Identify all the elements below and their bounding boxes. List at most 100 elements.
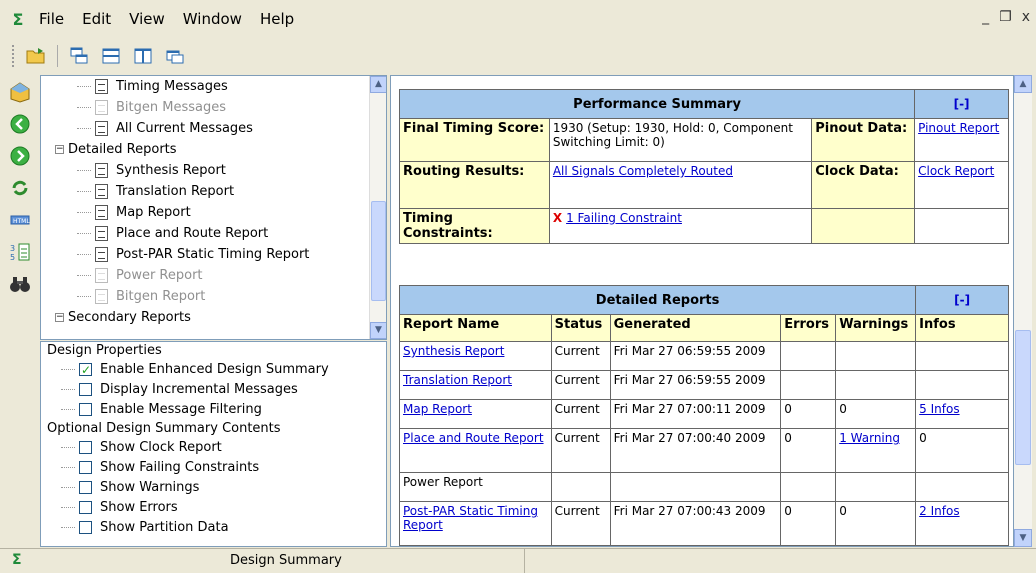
- open-folder-icon[interactable]: [25, 45, 47, 67]
- checkbox[interactable]: [79, 441, 92, 454]
- infos-link[interactable]: 2 Infos: [919, 504, 959, 518]
- checkbox[interactable]: [79, 521, 92, 534]
- generated-text: Fri Mar 27 06:59:55 2009: [613, 373, 766, 387]
- warnings-link[interactable]: 1 Warning: [839, 431, 900, 445]
- checkbox[interactable]: [79, 461, 92, 474]
- tree-connector: [61, 467, 75, 468]
- report-name-link[interactable]: Synthesis Report: [403, 344, 504, 358]
- tree-connector: [77, 233, 91, 234]
- menu-window[interactable]: Window: [174, 10, 251, 28]
- restore-button[interactable]: ❐: [999, 9, 1012, 25]
- infos-link[interactable]: 5 Infos: [919, 402, 959, 416]
- tree-item[interactable]: Bitgen Messages: [41, 97, 386, 118]
- binoculars-icon[interactable]: [6, 270, 34, 298]
- number-list-icon[interactable]: 35: [6, 238, 34, 266]
- sigma-icon: Σ: [12, 552, 22, 568]
- menu-help[interactable]: Help: [251, 10, 303, 28]
- switch-window-icon[interactable]: [164, 45, 186, 67]
- checkbox[interactable]: [79, 501, 92, 514]
- tree-item-label: Post-PAR Static Timing Report: [116, 247, 310, 262]
- tree-item[interactable]: Power Report: [41, 265, 386, 286]
- report-name-cell: Post-PAR Static Timing Report: [399, 501, 552, 546]
- main-scroll-down-icon[interactable]: ▼: [1014, 529, 1032, 547]
- checkbox[interactable]: [79, 360, 92, 380]
- property-option: Show Warnings: [41, 478, 386, 498]
- performance-collapse-button[interactable]: [-]: [914, 89, 1009, 119]
- design-summary-view: Performance Summary [-] Final Timing Sco…: [390, 75, 1014, 547]
- tree-item[interactable]: Place and Route Report: [41, 223, 386, 244]
- toolbar-grip[interactable]: [12, 45, 15, 67]
- report-name-cell: Translation Report: [399, 370, 552, 400]
- forward-arrow-icon[interactable]: [6, 142, 34, 170]
- tree-item[interactable]: Post-PAR Static Timing Report: [41, 244, 386, 265]
- main-scroll-up-icon[interactable]: ▲: [1014, 75, 1032, 93]
- warnings-text: 0: [839, 402, 847, 416]
- pinout-report-link[interactable]: Pinout Report: [918, 121, 999, 135]
- tree-item-label: Translation Report: [116, 184, 235, 199]
- html-report-icon[interactable]: HTML: [6, 206, 34, 234]
- tree-item[interactable]: Map Report: [41, 202, 386, 223]
- scroll-up-icon[interactable]: ▲: [370, 76, 386, 93]
- optional-contents-list: Show Clock Report Show Failing Constraint…: [41, 438, 386, 538]
- collapse-toggle-icon[interactable]: −: [55, 313, 64, 322]
- close-button[interactable]: x: [1022, 9, 1030, 25]
- table-row: Synthesis Report Current Fri Mar 27 06:59:…: [399, 341, 1009, 371]
- scroll-thumb[interactable]: [371, 201, 386, 301]
- tile-vertical-icon[interactable]: [132, 45, 154, 67]
- infos-text: 0: [919, 431, 927, 445]
- tree-connector: [61, 389, 75, 390]
- tree-item[interactable]: − Detailed Reports: [41, 139, 386, 160]
- tile-horizontal-icon[interactable]: [100, 45, 122, 67]
- menu-edit[interactable]: Edit: [73, 10, 120, 28]
- document-icon: [95, 100, 108, 115]
- cascade-windows-icon[interactable]: [68, 45, 90, 67]
- design-summary-icon[interactable]: [6, 78, 34, 106]
- design-summary-tab[interactable]: Σ Design Summary: [0, 549, 525, 573]
- failing-constraint-link[interactable]: 1 Failing Constraint: [566, 211, 682, 225]
- col-errors: Errors: [780, 314, 837, 342]
- report-name-link[interactable]: Post-PAR Static Timing Report: [403, 504, 538, 532]
- tree-item[interactable]: − Secondary Reports: [41, 307, 386, 328]
- property-option: Display Incremental Messages: [41, 380, 386, 400]
- tree-item-label: Synthesis Report: [116, 163, 226, 178]
- tree-item[interactable]: Synthesis Report: [41, 160, 386, 181]
- errors-cell: 0: [780, 501, 837, 546]
- detailed-collapse-button[interactable]: [-]: [915, 285, 1009, 315]
- generated-text: Fri Mar 27 07:00:11 2009: [613, 402, 766, 416]
- tree-connector: [61, 487, 75, 488]
- main-scrollbar[interactable]: ▲ ▼: [1014, 75, 1032, 547]
- tree-item[interactable]: All Current Messages: [41, 118, 386, 139]
- app-logo-icon: Σ: [12, 9, 24, 29]
- back-arrow-icon[interactable]: [6, 110, 34, 138]
- main-scroll-thumb[interactable]: [1015, 330, 1031, 465]
- report-name-link[interactable]: Map Report: [403, 402, 472, 416]
- collapse-toggle-icon[interactable]: −: [55, 145, 64, 154]
- report-name-link[interactable]: Place and Route Report: [403, 431, 544, 445]
- tree-scrollbar[interactable]: ▲ ▼: [369, 76, 386, 339]
- tree-item[interactable]: Translation Report: [41, 181, 386, 202]
- scroll-down-icon[interactable]: ▼: [370, 322, 386, 339]
- tree-connector: [77, 212, 91, 213]
- report-name-cell: Map Report: [399, 399, 552, 429]
- tree-connector: [77, 128, 91, 129]
- checkbox[interactable]: [79, 383, 92, 396]
- checkbox[interactable]: [79, 403, 92, 416]
- detailed-reports-table: Detailed Reports [-] Report Name Status …: [398, 285, 1009, 546]
- checkbox-label: Show Partition Data: [100, 520, 229, 535]
- menu-bar: Σ File Edit View Window Help _ ❐ x: [0, 0, 1036, 38]
- report-tree: Timing Messages Bitgen Messages All Curren…: [41, 76, 386, 328]
- col-status: Status: [550, 314, 611, 342]
- document-icon: [95, 205, 108, 220]
- menu-file[interactable]: File: [30, 10, 73, 28]
- refresh-icon[interactable]: [6, 174, 34, 202]
- menu-view[interactable]: View: [120, 10, 174, 28]
- infos-cell: [915, 370, 1009, 400]
- warnings-cell: [835, 341, 917, 371]
- report-name-link[interactable]: Translation Report: [403, 373, 512, 387]
- tree-item[interactable]: Timing Messages: [41, 76, 386, 97]
- checkbox[interactable]: [79, 481, 92, 494]
- tree-item[interactable]: Bitgen Report: [41, 286, 386, 307]
- clock-report-link[interactable]: Clock Report: [918, 164, 994, 178]
- minimize-button[interactable]: _: [982, 9, 989, 25]
- routing-results-link[interactable]: All Signals Completely Routed: [553, 164, 733, 178]
